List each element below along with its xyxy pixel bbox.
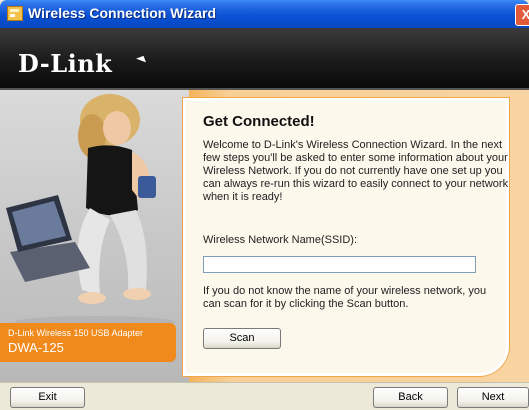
product-name: D-Link Wireless 150 USB Adapter bbox=[8, 328, 144, 338]
product-label: D-Link Wireless 150 USB Adapter DWA-125 bbox=[0, 323, 176, 362]
ssid-label: Wireless Network Name(SSID): bbox=[203, 234, 358, 246]
wizard-app-icon bbox=[7, 6, 23, 21]
exit-button[interactable]: Exit bbox=[10, 387, 85, 408]
page-heading: Get Connected! bbox=[203, 113, 315, 130]
next-button[interactable]: Next bbox=[457, 387, 529, 408]
close-button[interactable]: X bbox=[515, 4, 529, 26]
welcome-text: Welcome to D-Link's Wireless Connection … bbox=[203, 139, 509, 203]
scan-button[interactable]: Scan bbox=[203, 328, 281, 349]
window-title: Wireless Connection Wizard bbox=[28, 5, 217, 21]
logo-swoosh-icon bbox=[136, 55, 146, 66]
scan-help-text: If you do not know the name of your wire… bbox=[203, 285, 487, 310]
back-button[interactable]: Back bbox=[373, 387, 448, 408]
title-bar[interactable]: Wireless Connection Wizard X bbox=[0, 0, 529, 28]
product-model: DWA-125 bbox=[8, 340, 64, 355]
brand-header: D-Link bbox=[0, 28, 529, 90]
ssid-input[interactable] bbox=[203, 256, 476, 273]
dlink-logo: D-Link bbox=[18, 49, 113, 78]
product-image-panel: D-Link Wireless 150 USB Adapter DWA-125 bbox=[0, 90, 189, 382]
